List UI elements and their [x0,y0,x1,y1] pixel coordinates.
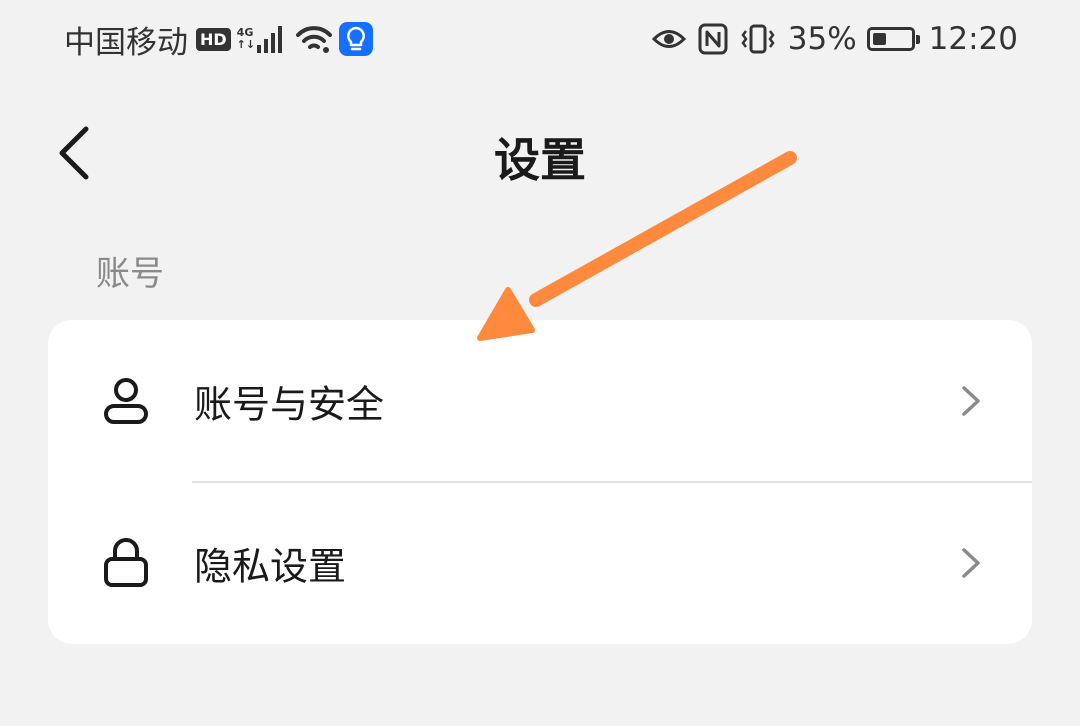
eye-icon [651,27,686,51]
vibrate-icon [740,23,776,55]
settings-item-privacy[interactable]: 隐私设置 [48,482,1032,644]
status-bar-right: 35% 12:20 [651,18,1018,60]
hd-badge: HD [196,27,231,51]
page-title: 设置 [494,133,586,187]
lock-icon [98,535,154,591]
settings-card: 账号与安全 隐私设置 [48,320,1032,644]
battery-percentage: 35% [787,21,857,57]
clock: 12:20 [928,21,1018,57]
settings-item-label: 隐私设置 [194,544,347,589]
status-bar: 中国移动 HD 4G ↑↓ 35% 12:20 [0,0,1080,80]
person-icon [98,373,154,429]
battery-icon [866,27,920,51]
chevron-right-icon [960,384,982,418]
signal-icon [257,25,285,53]
section-label-account: 账号 [96,254,164,294]
lightbulb-icon [339,22,374,56]
settings-item-account-security[interactable]: 账号与安全 [48,320,1032,483]
network-type: 4G ↑↓ [237,27,255,51]
battery-fill [872,33,886,45]
network-activity: ↑↓ [236,38,256,51]
carrier-name: 中国移动 [64,24,188,61]
settings-item-label: 账号与安全 [194,382,385,427]
nfc-icon [698,23,728,55]
status-bar-left: 中国移动 HD 4G ↑↓ [64,18,374,61]
wifi-icon [295,24,333,54]
chevron-right-icon [960,546,982,580]
